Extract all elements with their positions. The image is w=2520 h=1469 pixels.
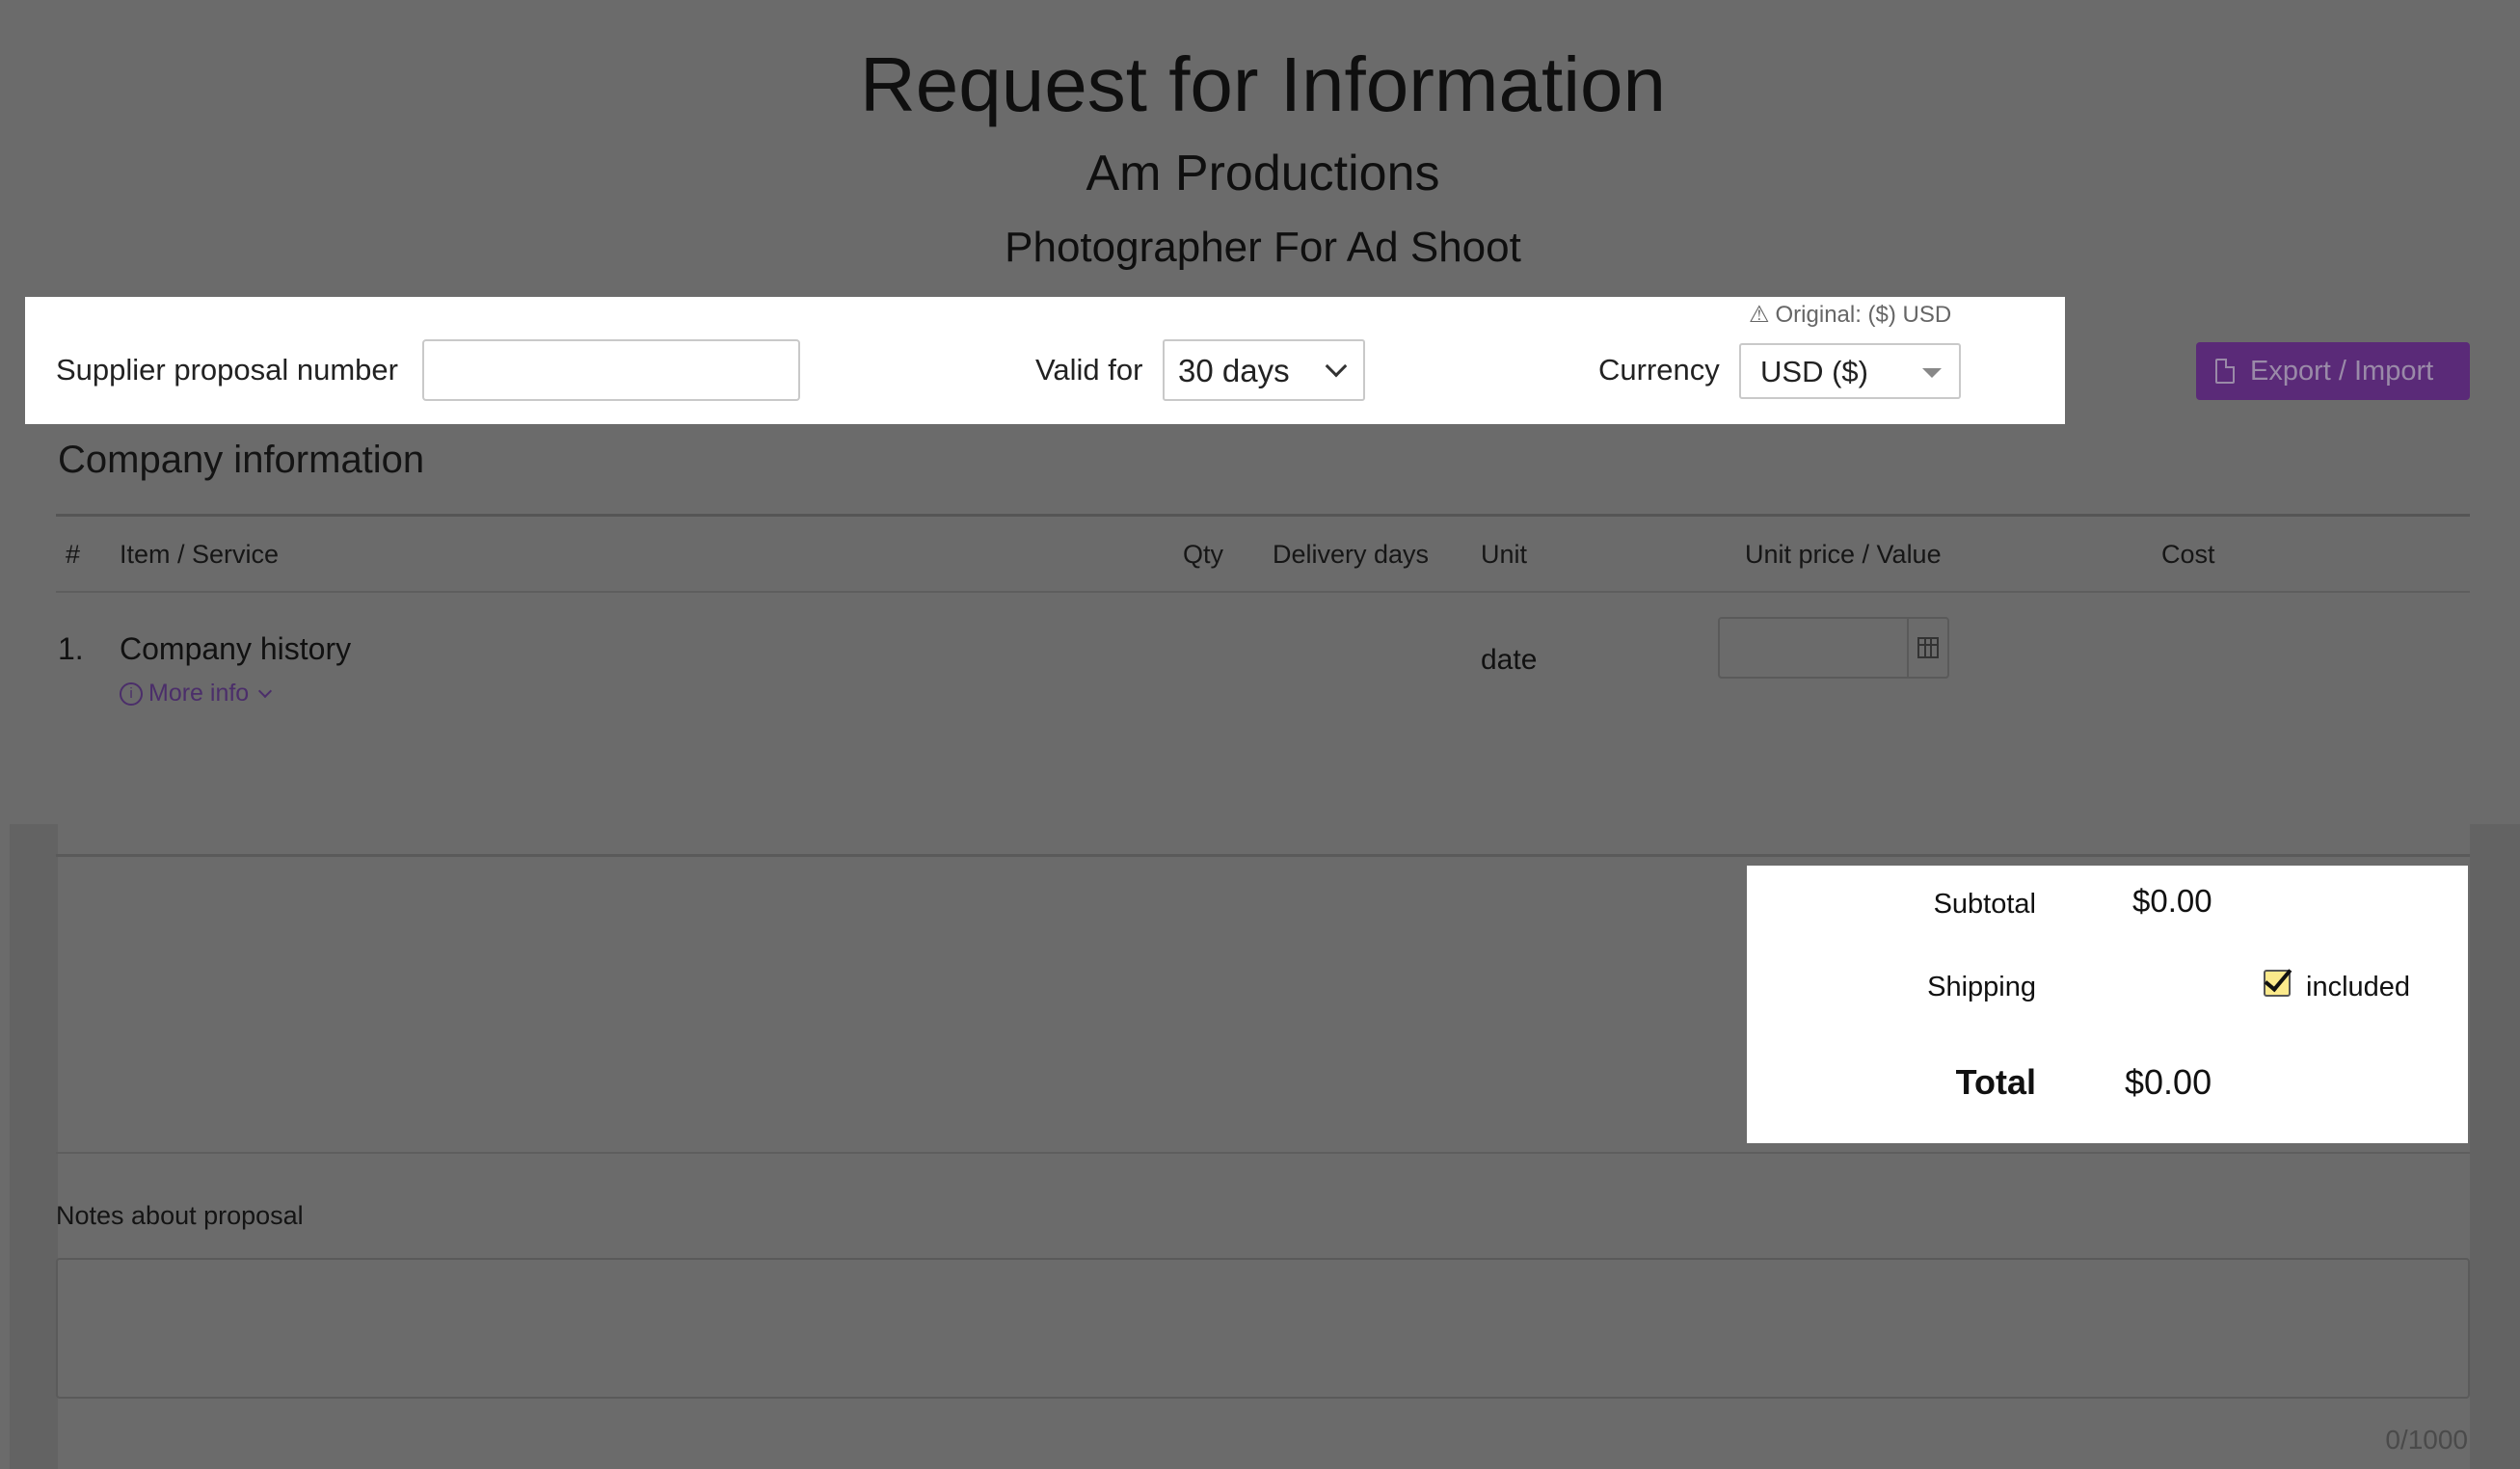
section-title: Company information	[58, 439, 425, 481]
proposal-settings-panel: Supplier proposal number Valid for 30 da…	[25, 297, 2065, 424]
export-import-button[interactable]: Export / Import	[2196, 342, 2470, 400]
col-qty: Qty	[1183, 540, 1224, 569]
original-currency-note: ⚠ Original: ($) USD	[1749, 301, 1951, 329]
calendar-icon	[1917, 637, 1939, 658]
valid-for-select[interactable]: 30 days	[1163, 339, 1365, 401]
notes-textarea[interactable]	[56, 1258, 2470, 1399]
supplier-proposal-label: Supplier proposal number	[56, 353, 398, 387]
original-currency-text: Original: ($) USD	[1775, 301, 1952, 328]
subtotal-label: Subtotal	[1933, 889, 2036, 920]
row-number: 1.	[58, 631, 84, 666]
col-item-service: Item / Service	[120, 540, 280, 569]
notes-label: Notes about proposal	[56, 1201, 304, 1230]
export-import-label: Export / Import	[2250, 355, 2434, 387]
notes-char-counter: 0/1000	[2385, 1425, 2468, 1455]
project-name: Photographer For Ad Shoot	[1005, 224, 1521, 271]
total-value: $0.00	[2125, 1062, 2212, 1102]
calendar-button[interactable]	[1907, 619, 1947, 677]
left-edge-shade	[10, 824, 58, 1469]
col-delivery-days: Delivery days	[1273, 540, 1430, 569]
date-value-input[interactable]	[1718, 617, 1949, 679]
items-bottom-divider	[56, 854, 2470, 857]
currency-select[interactable]: USD ($)	[1739, 343, 1961, 399]
row-unit: date	[1481, 644, 1538, 676]
currency-label: Currency	[1598, 353, 1720, 387]
col-cost: Cost	[2161, 540, 2215, 569]
valid-for-value: 30 days	[1178, 353, 1290, 388]
currency-value: USD ($)	[1760, 355, 1868, 388]
col-unit: Unit	[1481, 540, 1528, 569]
page-title: Request for Information	[860, 41, 1666, 127]
row-item-name: Company history	[120, 631, 352, 666]
file-excel-icon	[2215, 359, 2235, 384]
more-info-label: More info	[148, 680, 250, 707]
subtotal-value: $0.00	[2132, 883, 2212, 919]
col-unit-price-value: Unit price / Value	[1745, 540, 1942, 569]
right-edge-shade	[2470, 824, 2520, 1469]
col-number: #	[66, 540, 81, 569]
header-divider	[56, 591, 2470, 593]
warning-icon: ⚠	[1749, 302, 1770, 328]
caret-down-icon	[1922, 368, 1942, 378]
shipping-included-label: included	[2306, 972, 2411, 1002]
section-divider	[56, 514, 2470, 517]
totals-divider	[56, 1152, 2470, 1154]
supplier-proposal-input[interactable]	[422, 339, 800, 401]
shipping-label: Shipping	[1927, 972, 2036, 1002]
info-icon: i	[120, 681, 143, 706]
valid-for-label: Valid for	[1035, 353, 1143, 387]
chevron-down-icon	[1325, 355, 1348, 378]
chevron-down-icon	[258, 683, 273, 698]
totals-panel: Subtotal $0.00 Shipping included Total $…	[1747, 866, 2468, 1143]
total-label: Total	[1955, 1062, 2036, 1102]
company-name: Am Productions	[1086, 146, 1440, 201]
more-info-link[interactable]: i More info	[120, 680, 273, 708]
shipping-included-checkbox[interactable]	[2264, 970, 2291, 997]
